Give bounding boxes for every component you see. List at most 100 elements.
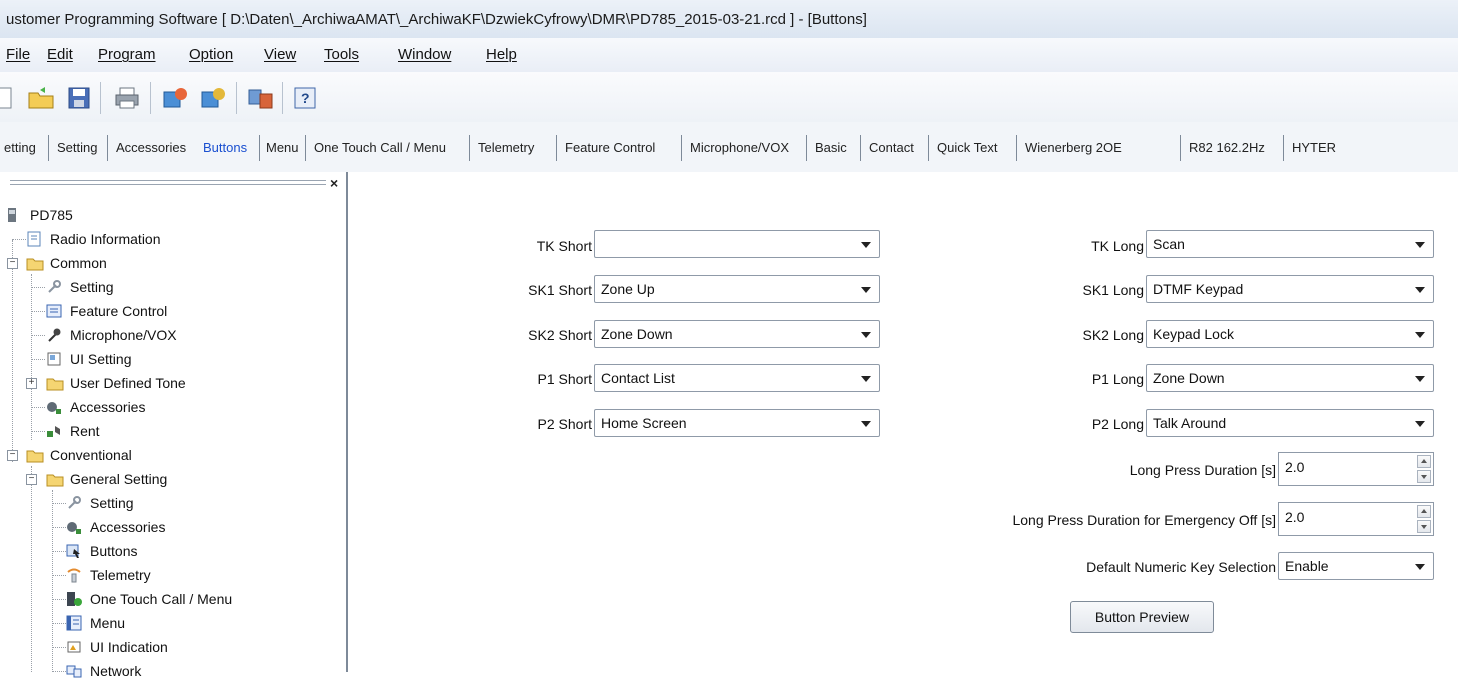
chevron-down-icon: [861, 376, 871, 382]
tab-setting[interactable]: Setting: [53, 137, 101, 159]
tab-r82-162hz[interactable]: R82 162.2Hz: [1185, 137, 1269, 159]
toolbar-separator: [282, 82, 283, 114]
tk-long-label: TK Long: [1091, 238, 1144, 254]
spin-down-icon[interactable]: [1417, 520, 1431, 533]
tree-item-telemetry[interactable]: Telemetry: [66, 564, 151, 586]
tk-long-dropdown[interactable]: Scan: [1146, 230, 1434, 258]
tree-item-network[interactable]: Network: [66, 660, 141, 682]
folder-icon: [46, 375, 64, 391]
menu-help[interactable]: Help: [486, 46, 517, 63]
sk2-long-label: SK2 Long: [1082, 327, 1145, 343]
p1-long-dropdown[interactable]: Zone Down: [1146, 364, 1434, 392]
toolbar-separator: [236, 82, 237, 114]
panel-header: ×: [0, 172, 346, 194]
tree-item-ui-setting[interactable]: UI Setting: [46, 348, 131, 370]
document-icon: [26, 231, 44, 247]
open-folder-icon[interactable]: [26, 84, 56, 112]
tree-item-one-touch-call-menu[interactable]: One Touch Call / Menu: [66, 588, 232, 610]
panel-grip[interactable]: [10, 180, 326, 185]
menu-icon: [66, 615, 84, 631]
spin-up-icon[interactable]: [1417, 505, 1431, 518]
long-press-duration-spinner[interactable]: 2.0: [1278, 452, 1434, 486]
p2-long-dropdown[interactable]: Talk Around: [1146, 409, 1434, 437]
menu-option[interactable]: Option: [189, 46, 233, 63]
tree-item-user-defined-tone[interactable]: User Defined Tone: [46, 372, 186, 394]
write-radio-icon[interactable]: [198, 84, 228, 112]
spin-down-icon[interactable]: [1417, 470, 1431, 483]
p2-short-dropdown[interactable]: Home Screen: [594, 409, 880, 437]
tab-buttons[interactable]: Buttons: [199, 137, 251, 159]
spin-up-icon[interactable]: [1417, 455, 1431, 468]
tree-item-radio-information[interactable]: Radio Information: [26, 228, 161, 250]
menu-program[interactable]: Program: [98, 46, 156, 63]
menu-tools[interactable]: Tools: [324, 46, 359, 63]
collapse-common-icon[interactable]: −: [7, 258, 18, 269]
tab-setting-partial[interactable]: etting: [0, 137, 40, 159]
folder-icon: [26, 255, 44, 271]
tk-short-dropdown[interactable]: [594, 230, 880, 258]
print-icon[interactable]: [112, 84, 142, 112]
menu-window[interactable]: Window: [398, 46, 451, 63]
sk2-long-dropdown[interactable]: Keypad Lock: [1146, 320, 1434, 348]
tab-microphone-vox[interactable]: Microphone/VOX: [686, 137, 793, 159]
tree-item-conventional-setting[interactable]: Setting: [66, 492, 134, 514]
tab-telemetry[interactable]: Telemetry: [474, 137, 538, 159]
collapse-conventional-icon[interactable]: −: [7, 450, 18, 461]
numeric-key-selection-dropdown[interactable]: Enable: [1278, 552, 1434, 580]
sk1-short-dropdown[interactable]: Zone Up: [594, 275, 880, 303]
sk1-long-dropdown[interactable]: DTMF Keypad: [1146, 275, 1434, 303]
save-icon[interactable]: [64, 84, 94, 112]
tab-quick-text[interactable]: Quick Text: [933, 137, 1001, 159]
chevron-down-icon: [1415, 564, 1425, 570]
sk2-short-dropdown[interactable]: Zone Down: [594, 320, 880, 348]
tab-bar: etting Setting Accessories Buttons Menu …: [0, 122, 1458, 173]
tree-item-conventional-accessories[interactable]: Accessories: [66, 516, 165, 538]
toolbar: ?: [0, 72, 1458, 123]
menu-edit[interactable]: Edit: [47, 46, 73, 63]
expand-user-defined-tone-icon[interactable]: +: [26, 378, 37, 389]
tree-item-feature-control[interactable]: Feature Control: [46, 300, 167, 322]
ui-indication-icon: [66, 639, 84, 655]
numeric-key-selection-label: Default Numeric Key Selection: [1086, 559, 1276, 575]
tree-item-buttons[interactable]: Buttons: [66, 540, 137, 562]
chevron-down-icon: [1415, 332, 1425, 338]
toolbar-separator: [150, 82, 151, 114]
long-press-duration-label: Long Press Duration [s]: [1129, 462, 1276, 478]
tab-feature-control[interactable]: Feature Control: [561, 137, 659, 159]
tree-item-common-accessories[interactable]: Accessories: [46, 396, 145, 418]
tab-accessories[interactable]: Accessories: [112, 137, 190, 159]
collapse-general-setting-icon[interactable]: −: [26, 474, 37, 485]
p2-long-label: P2 Long: [1091, 416, 1144, 432]
tab-contact[interactable]: Contact: [865, 137, 918, 159]
tree-item-root[interactable]: PD785: [6, 204, 73, 226]
p1-long-label: P1 Long: [1091, 371, 1144, 387]
tree-item-common-setting[interactable]: Setting: [46, 276, 114, 298]
p2-short-label: P2 Short: [537, 416, 592, 432]
chevron-down-icon: [1415, 287, 1425, 293]
help-icon[interactable]: ?: [290, 84, 320, 112]
tab-wienerberg[interactable]: Wienerberg 2OE: [1021, 137, 1126, 159]
tree-item-rent[interactable]: Rent: [46, 420, 100, 442]
close-icon[interactable]: ×: [330, 175, 338, 191]
tab-hyter[interactable]: HYTER: [1288, 137, 1340, 159]
menu-view[interactable]: View: [264, 46, 296, 63]
button-preview-button[interactable]: Button Preview: [1070, 601, 1214, 633]
tab-basic[interactable]: Basic: [811, 137, 851, 159]
read-radio-icon[interactable]: [160, 84, 190, 112]
tree-item-microphone-vox[interactable]: Microphone/VOX: [46, 324, 177, 346]
title-bar: ustomer Programming Software [ D:\Daten\…: [0, 0, 1458, 39]
transfer-icon[interactable]: [246, 84, 276, 112]
tree-item-common[interactable]: Common: [26, 252, 107, 274]
p1-short-dropdown[interactable]: Contact List: [594, 364, 880, 392]
tab-menu[interactable]: Menu: [262, 137, 303, 159]
emergency-off-duration-spinner[interactable]: 2.0: [1278, 502, 1434, 536]
radio-device-icon: [6, 207, 24, 223]
tab-one-touch-call-menu[interactable]: One Touch Call / Menu: [310, 137, 450, 159]
tree-item-conventional[interactable]: Conventional: [26, 444, 132, 466]
chevron-down-icon: [861, 242, 871, 248]
new-icon[interactable]: [0, 84, 18, 112]
tree-item-menu[interactable]: Menu: [66, 612, 125, 634]
tree-item-general-setting[interactable]: General Setting: [46, 468, 167, 490]
tree-item-ui-indication[interactable]: UI Indication: [66, 636, 168, 658]
menu-file[interactable]: File: [6, 46, 30, 63]
